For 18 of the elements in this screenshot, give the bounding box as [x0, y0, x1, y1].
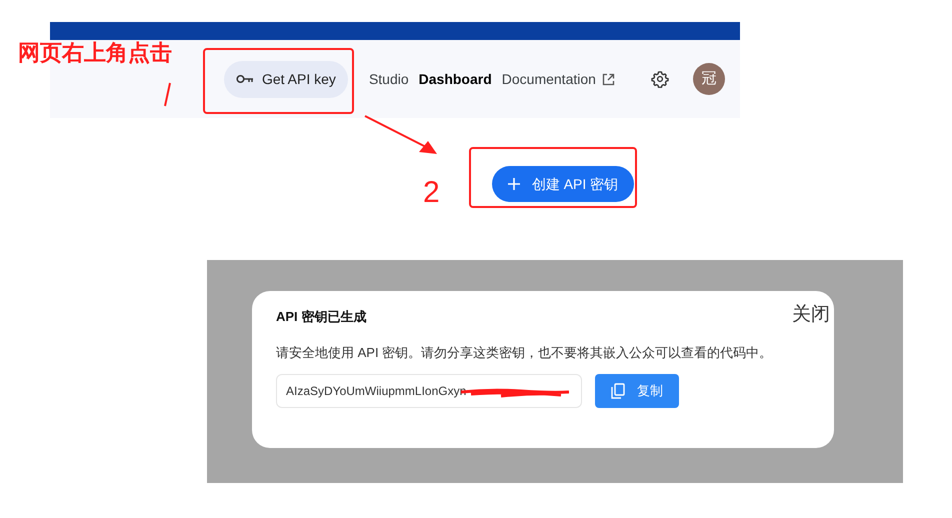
nav-link[interactable]: Studio — [368, 68, 409, 90]
nav-link[interactable]: Dashboard — [418, 68, 492, 90]
get-api-key-button[interactable]: Get API key — [224, 60, 348, 98]
settings-icon[interactable] — [650, 70, 669, 88]
copy-icon — [611, 383, 625, 399]
plus-icon — [508, 178, 520, 190]
warning-message: 请安全地使用 API 密钥。请勿分享这类密钥，也不要将其嵌入公众可以查看的代码中。 — [276, 344, 774, 362]
user-avatar[interactable]: 冠 — [692, 63, 725, 95]
key-icon — [236, 74, 254, 84]
create-api-key-button[interactable]: 创建 API 密钥 — [492, 166, 634, 202]
step-number: 2 — [423, 178, 440, 208]
api-key-field[interactable]: AIzaSyDYoUmWiiupmmLIonGxyn — [276, 374, 582, 408]
copy-button[interactable]: 复制 — [595, 374, 679, 408]
dialog-title: API 密钥已生成 — [276, 308, 366, 326]
annotation-label: 网页右上角点击 — [18, 39, 172, 67]
close-button[interactable]: 关闭 — [792, 305, 830, 324]
nav-link[interactable]: Documentation — [502, 68, 615, 90]
annotation-line — [163, 82, 172, 107]
